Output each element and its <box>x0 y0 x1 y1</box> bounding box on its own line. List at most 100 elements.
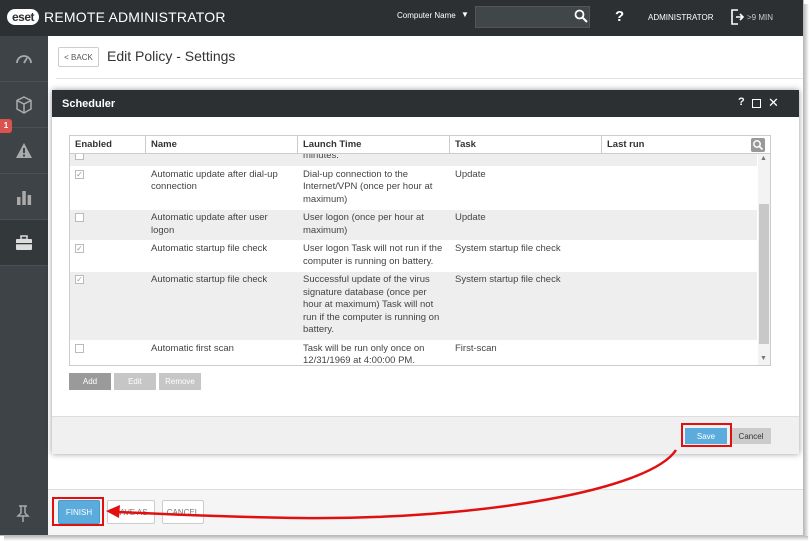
vertical-scrollbar[interactable]: ▲ ▼ <box>758 154 770 365</box>
close-icon[interactable]: ✕ <box>768 95 779 111</box>
cell-last <box>602 167 757 210</box>
dialog-header: Scheduler ? ✕ <box>52 90 799 117</box>
top-bar: eset REMOTE ADMINISTRATOR Computer Name … <box>0 0 803 36</box>
table-search-icon[interactable] <box>751 138 765 152</box>
add-task-button[interactable]: Add <box>69 373 111 390</box>
cell-last <box>602 272 757 340</box>
cell-name: Automatic startup file check <box>151 243 268 254</box>
cell-launch: Successful update of the virus signature… <box>303 274 440 335</box>
table-body: minutes. ✓ Automatic update after dial-up … <box>70 154 757 366</box>
column-header-last-run[interactable]: Last run <box>602 136 752 154</box>
dialog-title: Scheduler <box>62 98 116 110</box>
column-header-enabled[interactable]: Enabled <box>70 136 146 154</box>
window-shadow-right <box>804 4 809 540</box>
sidebar-item-threats[interactable] <box>0 128 48 174</box>
briefcase-icon <box>16 234 32 250</box>
table-row[interactable]: Automatic first scan Task will be run onl… <box>70 340 757 366</box>
search-input[interactable] <box>475 6 590 28</box>
cell-task: Update <box>455 168 486 180</box>
scrollbar-thumb[interactable] <box>759 204 769 344</box>
cell-name: Automatic update after user logon <box>151 212 268 236</box>
cell-task: System startup file check <box>455 274 561 285</box>
app-logo[interactable]: eset REMOTE ADMINISTRATOR <box>7 8 226 26</box>
cell-last <box>602 210 757 240</box>
cell-last <box>602 154 757 166</box>
cell-launch: User logon Task will not run if the comp… <box>303 243 443 267</box>
cancel-button[interactable]: CANCEL <box>162 500 204 524</box>
cell-name: Automatic first scan <box>151 342 234 354</box>
maximize-icon[interactable] <box>752 99 761 108</box>
enabled-checkbox[interactable] <box>75 213 84 222</box>
column-header-name[interactable]: Name <box>146 136 298 154</box>
sidebar-item-admin[interactable] <box>0 220 48 266</box>
cell-enabled: ✓ <box>70 167 146 210</box>
dashboard-icon <box>16 54 32 63</box>
cell-task <box>450 154 602 166</box>
cell-enabled <box>70 210 146 240</box>
finish-highlight-box <box>52 497 104 526</box>
column-header-launch-time[interactable]: Launch Time <box>298 136 450 154</box>
edit-task-button[interactable]: Edit <box>114 373 156 390</box>
cell-launch: Task will be run only once on 12/31/1969… <box>303 342 425 366</box>
cell-launch: User logon (once per hour at maximum) <box>303 212 424 236</box>
sidebar-item-dashboard[interactable] <box>0 36 48 82</box>
cell-launch: Dial-up connection to the Internet/VPN (… <box>303 168 433 205</box>
search-icon[interactable] <box>574 9 588 23</box>
page-title: Edit Policy - Settings <box>107 48 236 64</box>
scheduler-dialog: Scheduler ? ✕ Enabled Name Launch Time T… <box>52 90 799 454</box>
table-actions: Add Edit Remove <box>69 373 201 390</box>
table-row[interactable]: ✓ Automatic startup file check Successful … <box>70 272 757 341</box>
warning-icon <box>16 142 32 158</box>
cell-launch: minutes. <box>303 154 339 161</box>
window-shadow-bottom <box>4 536 808 541</box>
help-button[interactable]: ? <box>615 8 624 25</box>
sidebar: 1 <box>0 36 48 535</box>
table-row[interactable]: Automatic update after user logon User lo… <box>70 210 757 241</box>
session-timeout: >9 MIN <box>747 13 774 22</box>
scroll-down-icon[interactable]: ▼ <box>760 355 767 362</box>
cell-task: First-scan <box>455 342 497 354</box>
app-title: REMOTE ADMINISTRATOR <box>44 9 226 25</box>
enabled-checkbox[interactable] <box>75 154 84 160</box>
cell-enabled: ✓ <box>70 272 146 340</box>
cell-task: System startup file check <box>455 243 561 254</box>
divider <box>56 78 803 79</box>
cell-enabled: ✓ <box>70 241 146 271</box>
pin-icon[interactable] <box>16 505 30 523</box>
scroll-up-icon[interactable]: ▲ <box>760 155 767 162</box>
computers-icon <box>16 95 32 114</box>
remove-task-button[interactable]: Remove <box>159 373 201 390</box>
cell-name <box>146 154 298 166</box>
logout-icon[interactable] <box>730 9 744 25</box>
dialog-cancel-button[interactable]: Cancel <box>731 428 771 444</box>
logo-badge: eset <box>7 9 40 25</box>
enabled-checkbox[interactable]: ✓ <box>75 275 84 284</box>
cell-last <box>602 341 757 366</box>
cell-task: Update <box>455 212 486 223</box>
enabled-checkbox[interactable] <box>75 343 84 353</box>
table-row[interactable]: ✓ Automatic update after dial-up connecti… <box>70 166 757 210</box>
back-button[interactable]: < BACK <box>58 47 99 67</box>
help-icon[interactable]: ? <box>738 96 745 108</box>
cell-name: Automatic update after dial-up connectio… <box>151 168 278 193</box>
save-highlight-box <box>681 423 732 447</box>
cell-last <box>602 241 757 271</box>
footer-bar: FINISH SAVE AS CANCEL <box>48 489 803 535</box>
bar-chart-icon <box>17 190 32 205</box>
column-header-task[interactable]: Task <box>450 136 602 154</box>
scheduler-table: Enabled Name Launch Time Task Last run m… <box>69 135 771 366</box>
user-name[interactable]: ADMINISTRATOR <box>648 13 713 22</box>
cell-name: Automatic startup file check <box>151 274 268 285</box>
computer-name-filter[interactable]: Computer Name <box>397 11 456 20</box>
chevron-down-icon[interactable]: ▼ <box>461 10 469 19</box>
table-row[interactable]: minutes. <box>70 154 757 167</box>
save-as-button[interactable]: SAVE AS <box>107 500 155 524</box>
sidebar-item-reports[interactable] <box>0 174 48 220</box>
app-window: eset REMOTE ADMINISTRATOR Computer Name … <box>0 0 804 536</box>
table-header: Enabled Name Launch Time Task Last run <box>70 136 770 154</box>
enabled-checkbox[interactable]: ✓ <box>75 244 84 253</box>
table-rows: minutes. ✓ Automatic update after dial-up … <box>70 154 757 366</box>
cell-enabled <box>70 154 146 166</box>
enabled-checkbox[interactable]: ✓ <box>75 169 84 179</box>
table-row[interactable]: ✓ Automatic startup file check User logon … <box>70 241 757 272</box>
